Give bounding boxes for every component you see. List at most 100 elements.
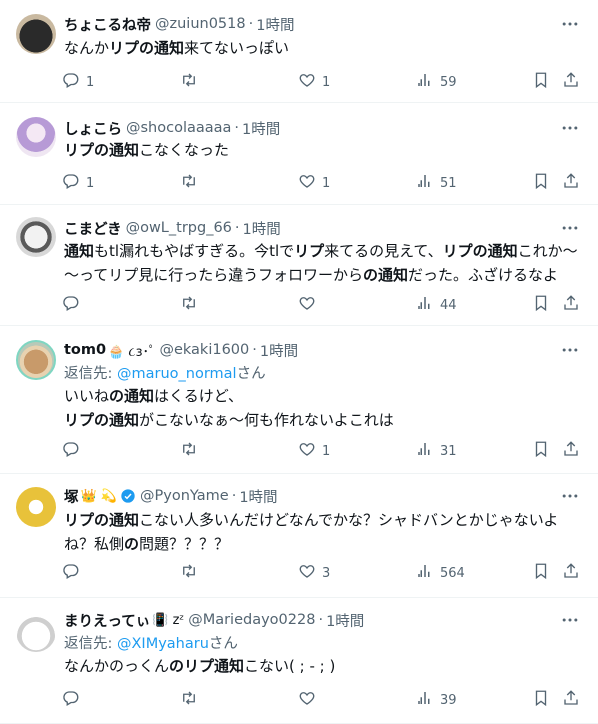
retweet-button[interactable] — [180, 295, 204, 315]
retweet-button[interactable] — [180, 173, 204, 193]
reply-button[interactable] — [62, 295, 86, 315]
bookmark-icon — [532, 294, 550, 316]
text-segment: なんか — [64, 39, 110, 57]
bookmark-button[interactable] — [532, 563, 550, 583]
like-button[interactable] — [298, 295, 322, 315]
bookmark-icon — [532, 689, 550, 711]
reply-button[interactable]: 1 — [62, 72, 94, 92]
tweet[interactable]: tom0 🧁 ૮з･ﾟ @ekaki1600 · 1時間 返信先: @maruo_norm… — [0, 326, 598, 474]
views-count: 31 — [440, 443, 457, 459]
avatar[interactable] — [16, 217, 56, 257]
display-name[interactable]: tom0 — [64, 342, 106, 358]
retweet-button[interactable] — [180, 72, 204, 92]
views-button[interactable]: 59 — [416, 72, 457, 92]
share-button[interactable] — [562, 690, 580, 710]
tweet[interactable]: こまどき @owL_trpg_66 · 1時間 通知もtl漏れもやばすぎる。今tlでリプ… — [0, 205, 598, 326]
bookmark-button[interactable] — [532, 173, 550, 193]
more-icon[interactable] — [560, 340, 580, 360]
user-handle[interactable]: @ekaki1600 — [159, 342, 249, 358]
views-count: 51 — [440, 175, 457, 191]
name-emoji: 🧁 ૮з･ﾟ — [108, 344, 156, 360]
like-button[interactable]: 1 — [298, 173, 330, 193]
like-button[interactable] — [298, 690, 322, 710]
retweet-button[interactable] — [180, 441, 204, 461]
avatar[interactable] — [16, 117, 56, 157]
timestamp[interactable]: 1時間 — [326, 610, 364, 631]
display-name[interactable]: しょこら — [64, 118, 122, 139]
user-handle[interactable]: @shocolaaaaa — [126, 120, 231, 136]
avatar[interactable] — [16, 14, 56, 54]
display-name[interactable]: 塚 — [64, 486, 79, 507]
like-button[interactable]: 1 — [298, 72, 330, 92]
views-button[interactable]: 564 — [416, 563, 465, 583]
views-button[interactable]: 31 — [416, 441, 457, 461]
tweet[interactable]: まりえってぃ 📳 zᶻ @Mariedayo0228 · 1時間 返信先: @XIMyah… — [0, 598, 598, 724]
separator-dot: · — [234, 220, 240, 236]
views-button[interactable]: 44 — [416, 295, 457, 315]
share-button[interactable] — [562, 173, 580, 193]
bookmark-button[interactable] — [532, 441, 550, 461]
separator-dot: · — [252, 342, 257, 358]
timestamp[interactable]: 1時間 — [243, 218, 281, 239]
tweet-text-line: ね？私側の問題？？？？ — [64, 532, 582, 556]
more-icon[interactable] — [560, 218, 580, 238]
timestamp[interactable]: 1時間 — [256, 14, 294, 35]
tweet[interactable]: 塚 👑 💫 @PyonYame · 1時間 リプの通知こない人多いんだけどなんでかな？シャ… — [0, 474, 598, 598]
bookmark-button[interactable] — [532, 295, 550, 315]
timestamp[interactable]: 1時間 — [242, 118, 280, 139]
timestamp[interactable]: 1時間 — [260, 340, 298, 361]
reply-handle-link[interactable]: @maruo_normal — [117, 366, 237, 382]
avatar[interactable] — [16, 340, 56, 380]
avatar[interactable] — [16, 612, 56, 652]
more-icon[interactable] — [560, 610, 580, 630]
more-icon[interactable] — [560, 14, 580, 34]
share-button[interactable] — [562, 72, 580, 92]
highlighted-text: リプの通知 — [64, 511, 140, 529]
share-button[interactable] — [562, 295, 580, 315]
reply-button[interactable] — [62, 690, 86, 710]
avatar[interactable] — [16, 487, 56, 527]
share-button[interactable] — [562, 441, 580, 461]
heart-icon — [298, 440, 316, 462]
display-name[interactable]: こまどき — [64, 218, 122, 239]
like-count: 1 — [322, 175, 331, 191]
retweet-button[interactable] — [180, 690, 204, 710]
tweet[interactable]: しょこら @shocolaaaaa · 1時間 リプの通知こなくなった 1 1 51 — [0, 103, 598, 205]
reply-button[interactable]: 1 — [62, 173, 94, 193]
separator-dot: · — [248, 16, 254, 32]
timestamp[interactable]: 1時間 — [239, 486, 277, 507]
display-name[interactable]: まりえってぃ — [64, 610, 150, 631]
like-button[interactable]: 3 — [298, 563, 330, 583]
retweet-button[interactable] — [180, 563, 204, 583]
views-button[interactable]: 51 — [416, 173, 457, 193]
tweet-header: こまどき @owL_trpg_66 · 1時間 — [64, 218, 582, 238]
bookmark-button[interactable] — [532, 72, 550, 92]
tweet-text-line: リプの通知こない人多いんだけどなんでかな？シャドバンとかじゃないよ — [64, 508, 582, 532]
replying-to: 返信先: @XIMyaharuさん — [64, 632, 238, 653]
views-icon — [416, 562, 434, 584]
reply-icon — [62, 689, 80, 711]
display-name[interactable]: ちょこるね帝 — [64, 14, 151, 35]
text-segment: こない( ; - ; ) — [244, 657, 336, 675]
tweet-text: 通知もtl漏れもやばすぎる。今tlでリプ来てるの見えて、リプの通知これか～ ～って… — [64, 239, 582, 287]
heart-icon — [298, 294, 316, 316]
reply-button[interactable] — [62, 441, 86, 461]
more-icon[interactable] — [560, 118, 580, 138]
text-segment: 来てるの見えて、 — [324, 242, 443, 260]
share-button[interactable] — [562, 563, 580, 583]
reply-button[interactable] — [62, 563, 86, 583]
user-handle[interactable]: @zuiun0518 — [155, 16, 246, 32]
like-button[interactable]: 1 — [298, 441, 330, 461]
more-icon[interactable] — [560, 486, 580, 506]
tweet[interactable]: ちょこるね帝 @zuiun0518 · 1時間 なんかリプの通知来てないっぽい 1 1 59 — [0, 0, 598, 103]
heart-icon — [298, 172, 316, 194]
reply-handle-link[interactable]: @XIMyaharu — [117, 636, 209, 652]
bookmark-button[interactable] — [532, 690, 550, 710]
user-handle[interactable]: @Mariedayo0228 — [188, 612, 315, 628]
user-handle[interactable]: @owL_trpg_66 — [126, 220, 232, 236]
user-handle[interactable]: @PyonYame — [140, 488, 229, 504]
views-button[interactable]: 39 — [416, 690, 457, 710]
like-count: 3 — [322, 565, 331, 581]
reply-suffix: さん — [208, 636, 238, 652]
tweet-actions: 3 564 — [62, 563, 588, 583]
